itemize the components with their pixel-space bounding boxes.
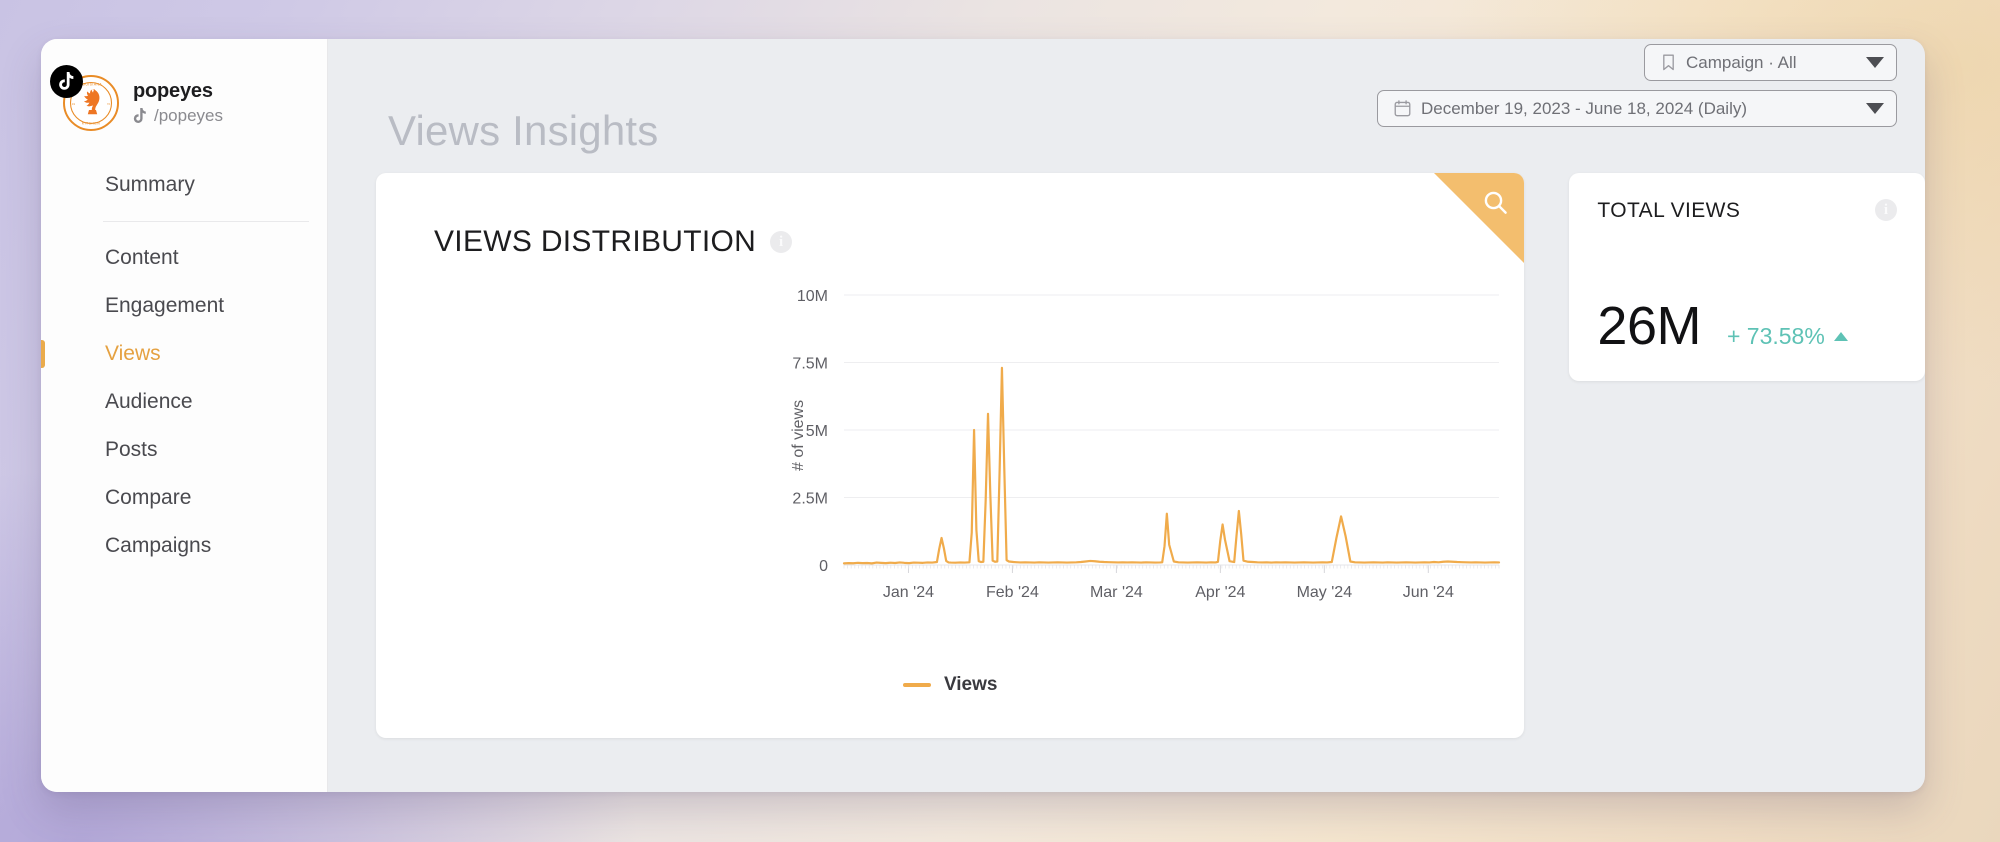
- status-badge: + 73.58%: [1727, 323, 1848, 350]
- sidebar-item-posts[interactable]: Posts: [41, 426, 327, 474]
- stat-head: TOTAL VIEWS i: [1597, 199, 1897, 223]
- chart-title-row: VIEWS DISTRIBUTION i: [376, 173, 1524, 259]
- date-range-select[interactable]: December 19, 2023 - June 18, 2024 (Daily…: [1377, 90, 1897, 127]
- sidebar-item-content[interactable]: Content: [41, 234, 327, 282]
- sidebar-item-label: Engagement: [105, 294, 225, 317]
- stat-label: TOTAL VIEWS: [1597, 199, 1741, 222]
- svg-text:10M: 10M: [797, 288, 828, 305]
- sidebar-divider: [103, 221, 309, 222]
- content-header: Views Insights Campaign · All December 1…: [328, 39, 1925, 173]
- svg-text:7.5M: 7.5M: [792, 356, 828, 373]
- svg-text:Jan '24: Jan '24: [883, 584, 934, 601]
- tiktok-small-icon: [133, 108, 147, 124]
- svg-text:5M: 5M: [806, 423, 828, 440]
- info-icon[interactable]: i: [1875, 199, 1897, 221]
- sidebar-item-views[interactable]: Views: [41, 330, 327, 378]
- sidebar-item-summary[interactable]: Summary: [41, 161, 327, 209]
- header-controls: Campaign · All December 19, 2023 - June …: [1377, 44, 1897, 127]
- sidebar-item-label: Compare: [105, 486, 192, 509]
- campaign-filter-select[interactable]: Campaign · All: [1644, 44, 1897, 81]
- cards-row: VIEWS DISTRIBUTION i # of views 0 2.5M 5M 7…: [328, 173, 1925, 738]
- sidebar-item-label: Posts: [105, 438, 158, 461]
- svg-text:Feb '24: Feb '24: [986, 584, 1039, 601]
- profile-handle-text: /popeyes: [154, 106, 223, 125]
- app-window: LOUISIANA KITCHEN 19 72 popeyes /popeyes: [41, 39, 1925, 792]
- chevron-down-icon: [1866, 57, 1884, 68]
- chevron-down-icon: [1866, 103, 1884, 114]
- profile-block[interactable]: LOUISIANA KITCHEN 19 72 popeyes /popeyes: [41, 65, 327, 137]
- chart-title: VIEWS DISTRIBUTION: [434, 225, 757, 258]
- views-distribution-card: VIEWS DISTRIBUTION i # of views 0 2.5M 5M 7…: [376, 173, 1525, 738]
- profile-handle-row: /popeyes: [133, 106, 223, 126]
- sidebar: LOUISIANA KITCHEN 19 72 popeyes /popeyes: [41, 39, 328, 792]
- bookmark-icon: [1661, 54, 1676, 71]
- stat-delta-text: + 73.58%: [1726, 323, 1825, 349]
- svg-text:May '24: May '24: [1297, 584, 1353, 601]
- views-line-chart: 0 2.5M 5M 7.5M 10M Jan '24 Feb '24 Mar '24 Apr '…: [792, 288, 1501, 601]
- sidebar-item-compare[interactable]: Compare: [41, 474, 327, 522]
- page-title: Views Insights: [388, 107, 659, 154]
- stat-value: 26M: [1597, 296, 1701, 356]
- chart-search-ribbon[interactable]: [1434, 173, 1525, 263]
- main-content: Views Insights Campaign · All December 1…: [328, 39, 1925, 792]
- sidebar-item-label: Views: [105, 342, 161, 365]
- y-axis-label: # of views: [790, 399, 807, 471]
- chart-plot-area: # of views 0 2.5M 5M 7.5M 10M Jan '24 Feb '24 M…: [376, 273, 1524, 703]
- svg-text:Mar '24: Mar '24: [1090, 584, 1143, 601]
- svg-text:LOUISIANA: LOUISIANA: [80, 83, 103, 87]
- stat-body: 26M + 73.58%: [1597, 299, 1903, 353]
- chart-legend: Views: [376, 674, 1524, 696]
- sidebar-item-campaigns[interactable]: Campaigns: [41, 522, 327, 570]
- sidebar-nav: Summary Content Engagement Views Audienc…: [41, 161, 327, 570]
- ribbon-triangle: [1434, 173, 1525, 263]
- calendar-icon: [1394, 100, 1411, 117]
- total-views-card: TOTAL VIEWS i 26M + 73.58%: [1569, 173, 1925, 381]
- campaign-filter-label: Campaign · All: [1686, 52, 1797, 72]
- arrow-up-icon: [1833, 332, 1848, 341]
- tiktok-icon: [50, 65, 83, 98]
- avatar: LOUISIANA KITCHEN 19 72: [50, 65, 119, 131]
- svg-text:0: 0: [819, 558, 828, 575]
- svg-text:KITCHEN: KITCHEN: [82, 122, 100, 126]
- sidebar-item-label: Campaigns: [105, 534, 212, 557]
- sidebar-item-label: Content: [105, 246, 179, 269]
- sidebar-item-audience[interactable]: Audience: [41, 378, 327, 426]
- svg-text:Jun '24: Jun '24: [1403, 584, 1454, 601]
- legend-label-views: Views: [943, 674, 998, 695]
- date-range-label: December 19, 2023 - June 18, 2024 (Daily…: [1421, 98, 1748, 118]
- legend-swatch-views: [902, 683, 931, 687]
- sidebar-item-engagement[interactable]: Engagement: [41, 282, 327, 330]
- svg-text:2.5M: 2.5M: [792, 491, 828, 508]
- search-icon: [1482, 189, 1510, 222]
- sidebar-item-label: Summary: [105, 173, 195, 196]
- sidebar-item-label: Audience: [105, 390, 193, 413]
- profile-name: popeyes: [133, 80, 213, 102]
- svg-text:Apr '24: Apr '24: [1195, 584, 1245, 601]
- info-icon[interactable]: i: [770, 231, 793, 253]
